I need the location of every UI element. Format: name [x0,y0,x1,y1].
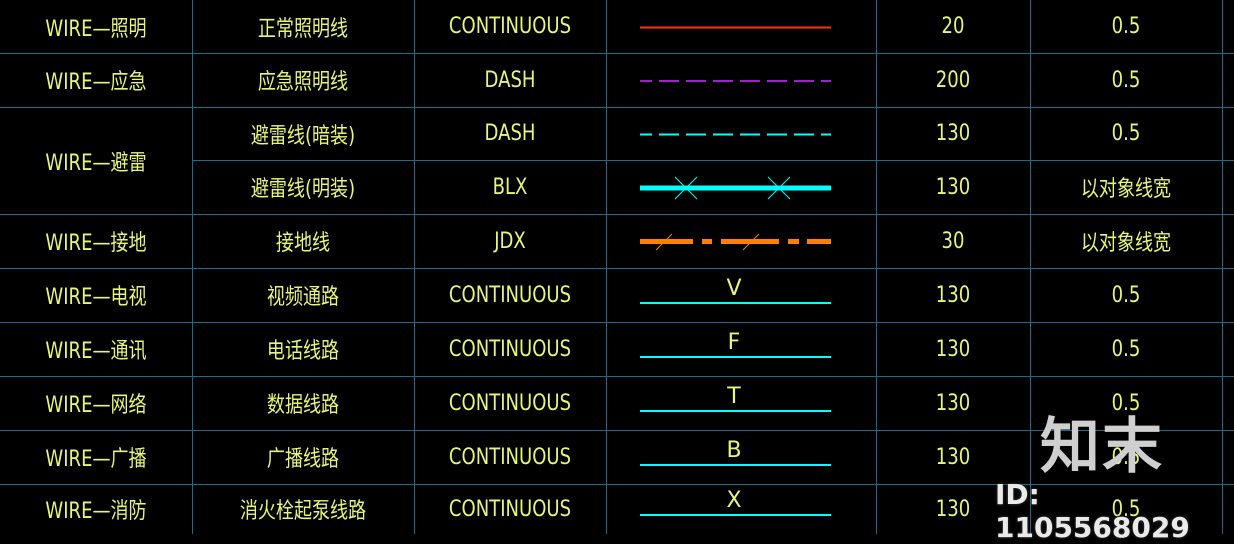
linetype-label: B [726,438,741,463]
linetype-label: F [728,330,741,355]
linetype-label: T [726,384,741,409]
linetype-label: X [726,488,741,513]
linetype-segment [788,239,799,244]
watermark-id: ID: 1105568029 [995,478,1190,544]
linetype-label: V [726,276,741,301]
linetype-segment [807,239,831,244]
watermark-logo: 知末 [1040,412,1164,482]
linetype-segment [702,239,712,244]
